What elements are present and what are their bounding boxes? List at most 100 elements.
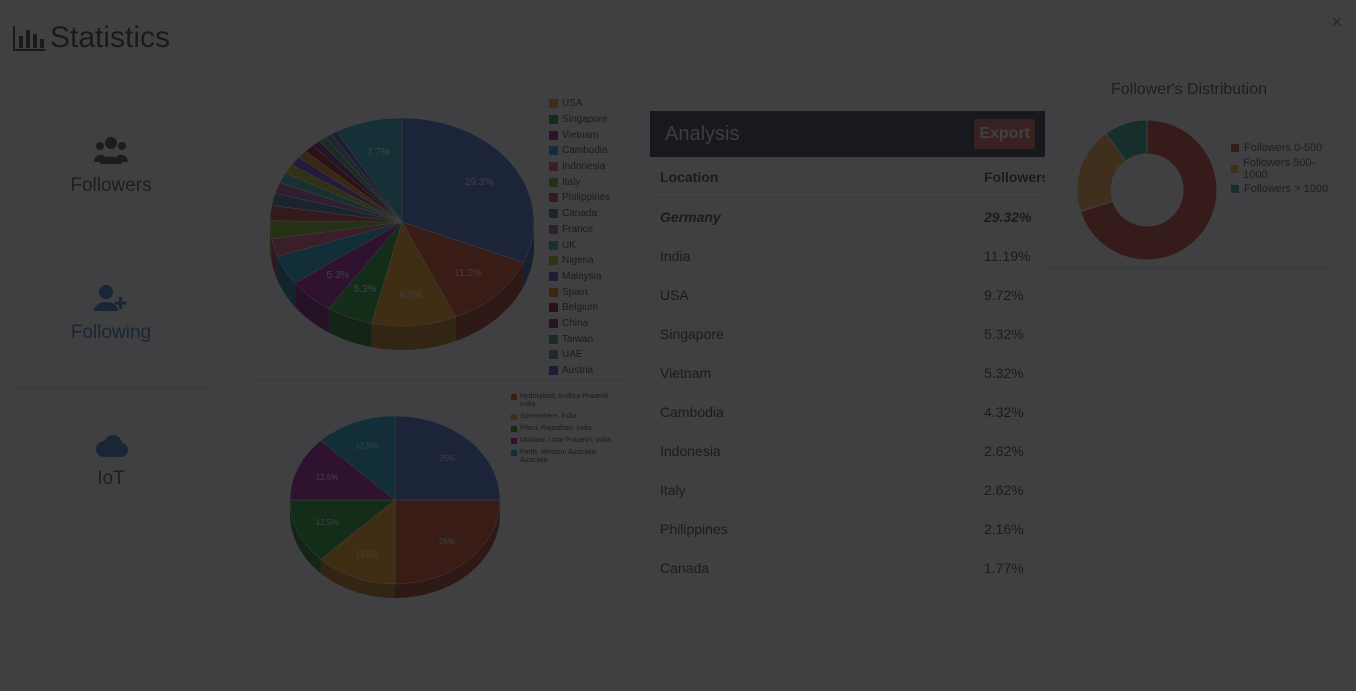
legend-entry[interactable]: Nigeria <box>549 253 610 269</box>
cell-location: Canada <box>660 560 710 576</box>
analysis-header: Analysis Export <box>650 111 1045 157</box>
legend-label: Followers 500-1000 <box>1243 156 1316 181</box>
chart-divider <box>250 379 628 380</box>
table-row[interactable]: Italy 2.62% <box>650 471 1045 510</box>
legend-label: Hyderabad, Andhra Pradesh, India <box>520 393 611 408</box>
legend-entry[interactable]: Philippines <box>549 190 610 206</box>
legend-entry[interactable]: Modipur, Uttar Pradesh, India <box>511 437 623 445</box>
legend-label: Belgium <box>562 302 599 314</box>
cell-location: Italy <box>660 482 686 498</box>
cell-location: Cambodia <box>660 404 724 420</box>
close-icon[interactable]: × <box>1331 12 1342 33</box>
legend-label: Followers 0-500 <box>1244 142 1323 155</box>
legend-label: Vietnam <box>562 129 599 141</box>
legend-entry[interactable]: Taiwan <box>549 331 610 347</box>
table-row[interactable]: Singapore 5.32% <box>650 315 1045 354</box>
city-pie-data-label: 12.5% <box>316 518 339 527</box>
city-pie-data-label: 12.5% <box>356 441 379 450</box>
legend-label: USA <box>562 98 583 110</box>
stats-sidebar: Followers Following IoT <box>13 92 209 536</box>
analysis-panel: Analysis Export Location Followers Germa… <box>650 111 1045 597</box>
location-pie-data-label: 5.3% <box>354 284 377 295</box>
page-header: Statistics <box>12 20 170 56</box>
legend-entry[interactable]: China <box>549 316 610 332</box>
table-row[interactable]: Philippines 2.16% <box>650 510 1045 549</box>
legend-entry[interactable]: USA <box>549 96 610 112</box>
legend-entry[interactable]: Singapore <box>549 112 610 128</box>
city-pie-data-label: 12.5% <box>316 473 339 482</box>
table-row[interactable]: France1.62% <box>650 588 1045 597</box>
legend-swatch <box>549 209 558 219</box>
cell-followers: 4.32% <box>984 404 1024 420</box>
cloud-icon <box>96 435 128 457</box>
legend-label: Italy <box>562 176 581 188</box>
cell-followers: 1.77% <box>984 560 1024 576</box>
legend-entry[interactable]: France <box>549 222 610 238</box>
legend-entry[interactable]: Followers 0-500 <box>1231 138 1329 159</box>
location-pie-data-label: 9.7% <box>399 290 422 301</box>
table-row[interactable]: Cambodia 4.32% <box>650 393 1045 432</box>
location-pie-data-label: 5.3% <box>327 270 350 281</box>
legend-swatch <box>549 350 558 360</box>
sidebar-item-following[interactable]: Following <box>13 240 209 388</box>
legend-entry[interactable]: UAE <box>549 347 610 363</box>
legend-label: Followers > 1000 <box>1244 183 1329 196</box>
city-pie-data-label: 25% <box>439 537 455 546</box>
location-pie-data-label: 29.3% <box>465 177 493 188</box>
sidebar-item-iot[interactable]: IoT <box>13 388 209 536</box>
legend-label: Cambodia <box>562 145 608 157</box>
table-row[interactable]: Indonesia 2.62% <box>650 432 1045 471</box>
legend-entry[interactable]: Pilani, Rajasthan, India <box>511 425 623 433</box>
legend-entry[interactable]: Hyderabad, Andhra Pradesh, India <box>511 393 623 409</box>
analysis-title: Analysis <box>665 122 740 145</box>
city-pie-legend: Hyderabad, Andhra Pradesh, India Somewher… <box>511 393 623 469</box>
legend-swatch <box>549 177 558 187</box>
legend-label: UAE <box>562 349 583 361</box>
legend-entry[interactable]: Malaysia <box>549 269 610 285</box>
legend-entry[interactable]: Followers > 1000 <box>1231 179 1329 200</box>
legend-swatch <box>549 193 558 203</box>
legend-entry[interactable]: Perth, Western Australia, Australia <box>511 449 623 465</box>
sidebar-item-followers[interactable]: Followers <box>13 92 209 240</box>
cell-location: Germany <box>660 209 721 225</box>
cell-location: Philippines <box>660 521 728 537</box>
legend-swatch <box>1231 164 1239 173</box>
legend-label: Singapore <box>562 114 608 126</box>
legend-entry[interactable]: Vietnam <box>549 127 610 143</box>
legend-entry[interactable]: Indonesia <box>549 159 610 175</box>
city-pie-svg: 25% 25% 12.5% 12.5% 12.5% 12.5% <box>289 415 501 598</box>
legend-swatch <box>549 256 558 266</box>
user-plus-icon <box>94 285 127 311</box>
location-pie-data-label: 11.2% <box>454 268 482 279</box>
bar-chart-icon <box>13 26 45 51</box>
legend-entry[interactable]: Belgium <box>549 300 610 316</box>
legend-entry[interactable]: Somewhere, India <box>511 413 623 421</box>
distribution-donut <box>1076 119 1218 261</box>
table-row[interactable]: USA 9.72% <box>650 276 1045 315</box>
statistics-page: Statistics × Followers Following IoT 29.… <box>0 0 1356 691</box>
legend-entry[interactable]: Italy <box>549 174 610 190</box>
table-row[interactable]: Canada 1.77% <box>650 549 1045 588</box>
table-row[interactable]: Vietnam 5.32% <box>650 354 1045 393</box>
legend-swatch <box>549 287 558 297</box>
legend-entry[interactable]: Austria <box>549 363 610 379</box>
legend-swatch <box>549 334 558 344</box>
legend-entry[interactable]: Canada <box>549 206 610 222</box>
legend-label: Indonesia <box>562 161 606 173</box>
legend-label: Spain <box>562 286 588 298</box>
users-icon <box>94 137 128 164</box>
export-button[interactable]: Export <box>974 119 1035 149</box>
legend-label: UK <box>562 239 576 251</box>
cell-followers: 9.72% <box>984 287 1024 303</box>
legend-entry[interactable]: Cambodia <box>549 143 610 159</box>
table-row[interactable]: Germany 29.32% <box>650 198 1045 237</box>
legend-label: Canada <box>562 208 598 220</box>
legend-swatch <box>511 394 517 400</box>
sidebar-item-label: Followers <box>70 175 152 196</box>
legend-entry[interactable]: UK <box>549 237 610 253</box>
legend-swatch <box>549 115 558 125</box>
table-row[interactable]: India 11.19% <box>650 237 1045 276</box>
city-pie-chart: 25% 25% 12.5% 12.5% 12.5% 12.5% <box>280 405 510 610</box>
legend-entry[interactable]: Followers 500-1000 <box>1231 156 1329 181</box>
legend-entry[interactable]: Spain <box>549 284 610 300</box>
